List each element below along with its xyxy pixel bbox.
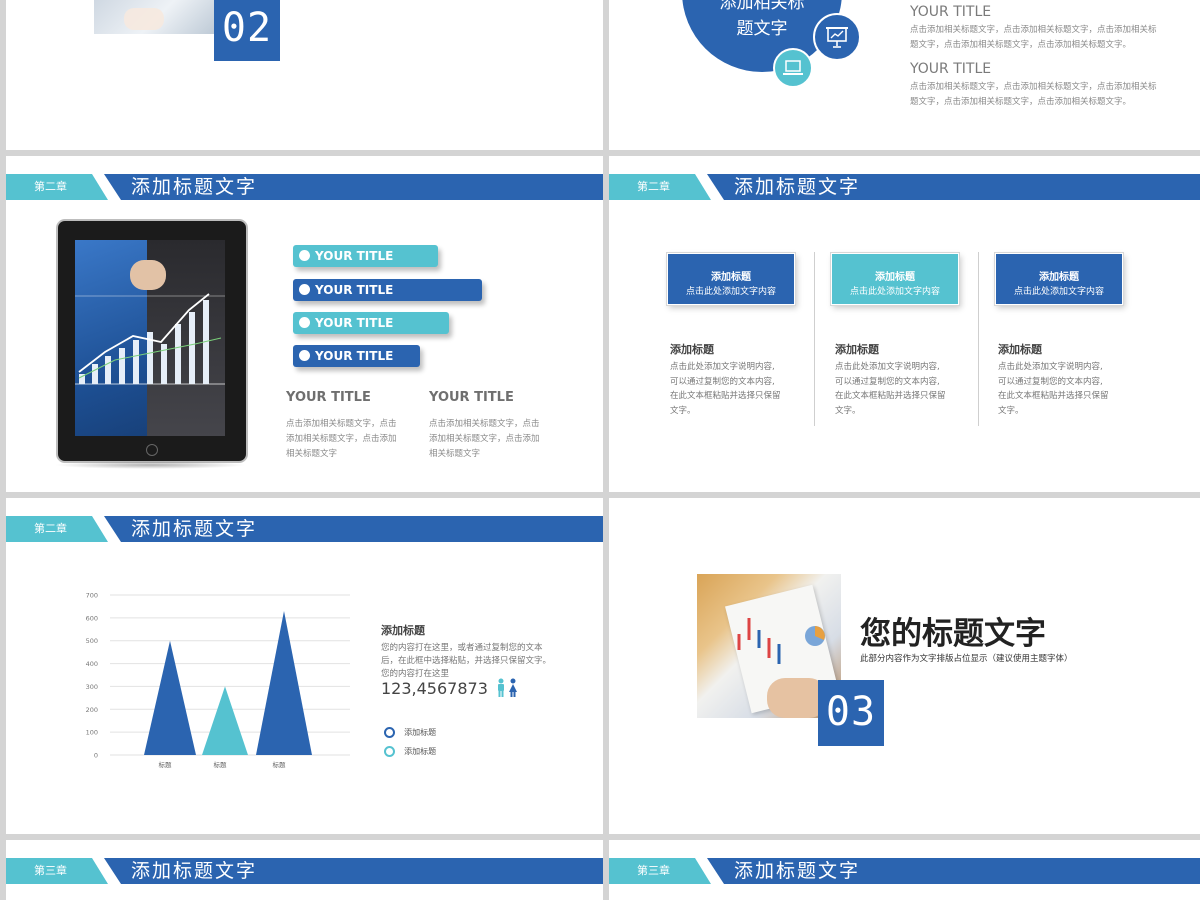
text-column-2: YOUR TITLE 点击添加相关标题文字，点击 添加相关标题文字，点击添加 相…: [429, 390, 559, 462]
pill-title-4[interactable]: YOUR TITLE: [293, 345, 420, 367]
slide-chapter3-right[interactable]: 第三章 添加标题文字: [609, 840, 1200, 900]
slide-chart[interactable]: 第二章 添加标题文字 0 100 200 300 400 500 600 700 标题 标题 标题 …: [6, 498, 603, 834]
chapter-label: 第二章: [34, 180, 67, 193]
y-tick-label: 700: [86, 592, 98, 600]
y-tick-label: 600: [86, 614, 98, 622]
slide-header: 第二章 添加标题文字: [609, 174, 1200, 200]
chapter-label: 第二章: [637, 180, 670, 193]
column-text: 点击此处添加文字说明内容, 可以通过复制您的文本内容, 在此文本框粘贴并选择只保…: [835, 362, 946, 416]
pill-dot: [299, 284, 310, 295]
section-subtitle: 此部分内容作为文字排版占位显示（建议使用主题字体）: [860, 654, 1073, 664]
y-tick-label: 100: [86, 729, 98, 737]
big-number: 123,4567873: [381, 679, 488, 698]
y-tick-label: 0: [94, 752, 98, 760]
y-tick-label: 500: [86, 637, 98, 645]
pill-title-1[interactable]: YOUR TITLE: [293, 245, 438, 267]
column-box-2[interactable]: 添加标题 点击此处添加文字内容: [831, 253, 959, 305]
x-category-label: 标题: [214, 760, 228, 769]
laptop-icon: [783, 60, 803, 75]
chart-side-text: 添加标题 您的内容打在这里，或者通过复制您的文本 后，在此框中选择粘贴，并选择只…: [381, 622, 581, 681]
section-number: 02: [221, 5, 273, 51]
slide-section-02[interactable]: 02: [6, 0, 603, 150]
circle-text: 添加相关标 题文字: [719, 0, 805, 39]
column-box-3[interactable]: 添加标题 点击此处添加文字内容: [995, 253, 1123, 305]
column-box-1[interactable]: 添加标题 点击此处添加文字内容: [667, 253, 795, 305]
triangle-bar: [256, 611, 312, 755]
triangle-bar: [202, 686, 248, 755]
column-title: YOUR TITLE: [429, 390, 514, 405]
slide-section-03[interactable]: 03 您的标题文字 此部分内容作为文字排版占位显示（建议使用主题字体）: [609, 498, 1200, 834]
column-text: 点击此处添加文字说明内容, 可以通过复制您的文本内容, 在此文本框粘贴并选择只保…: [998, 362, 1109, 416]
item-title: YOUR TITLE: [910, 61, 992, 77]
y-tick-label: 400: [86, 660, 98, 668]
pill-dot: [299, 317, 310, 328]
tablet-shadow: [54, 461, 246, 469]
item-title: YOUR TITLE: [910, 4, 992, 20]
legend-ring-icon: [384, 727, 395, 738]
slide-header: 第二章 添加标题文字: [6, 174, 603, 200]
text-column-1: YOUR TITLE 点击添加相关标题文字，点击 添加相关标题文字，点击添加 相…: [286, 390, 416, 462]
tablet-screen: [75, 240, 225, 436]
presentation-board-icon: [826, 27, 848, 48]
title-block-1: YOUR TITLE 点击添加相关标题文字，点击添加相关标题文字，点击添加相关标…: [910, 4, 1170, 53]
header-banner: [6, 174, 603, 200]
header-banner: [6, 858, 603, 884]
column-heading: 添加标题: [998, 343, 1042, 356]
triangle-bar-chart: 0 100 200 300 400 500 600 700 标题 标题 标题: [6, 498, 366, 834]
legend-ring-icon: [384, 746, 395, 757]
laptop-icon-circle: [773, 48, 813, 88]
legend-item: 添加标题: [384, 722, 436, 741]
chapter-label: 第三章: [637, 864, 670, 877]
slide-three-boxes[interactable]: 第二章 添加标题文字 添加标题 点击此处添加文字内容 添加标题 点击此处添加文字…: [609, 156, 1200, 492]
pill-title-3[interactable]: YOUR TITLE: [293, 312, 449, 334]
title-block-2: YOUR TITLE 点击添加相关标题文字，点击添加相关标题文字，点击添加相关标…: [910, 61, 1170, 110]
slide-circle-titles[interactable]: 添加相关标 题文字 YOUR TITLE 点击添加相关标题文字，点击添加相关标题…: [609, 0, 1200, 150]
column-text: 点击此处添加文字说明内容, 可以通过复制您的文本内容, 在此文本框粘贴并选择只保…: [670, 362, 781, 416]
column-divider: [978, 252, 979, 426]
header-banner: [609, 858, 1200, 884]
column-title: YOUR TITLE: [286, 390, 371, 405]
triangle-bar: [144, 640, 196, 755]
column-divider: [814, 252, 815, 426]
chapter-label: 第三章: [34, 864, 67, 877]
pill-dot: [299, 250, 310, 261]
slide-header: 第三章 添加标题文字: [6, 858, 603, 884]
photo-thumbnail: [94, 0, 222, 34]
female-icon: [509, 678, 517, 697]
column-heading: 添加标题: [835, 343, 879, 356]
slide-chapter3-left[interactable]: 第三章 添加标题文字: [6, 840, 603, 900]
chart-svg: 0 100 200 300 400 500 600 700 标题 标题 标题: [86, 592, 350, 769]
x-category-label: 标题: [273, 760, 287, 769]
tablet-image: [56, 219, 248, 463]
section-number-box: 03: [818, 680, 884, 746]
pill-dot: [299, 350, 310, 361]
column-heading: 添加标题: [670, 343, 714, 356]
legend-item: 添加标题: [384, 741, 436, 760]
header-banner: [609, 174, 1200, 200]
slide-title: 添加标题文字: [734, 860, 861, 882]
slide-title: 添加标题文字: [131, 860, 258, 882]
presentation-icon-circle: [813, 13, 861, 61]
y-tick-label: 200: [86, 706, 98, 714]
x-category-label: 标题: [159, 760, 173, 769]
section-title: 您的标题文字: [860, 616, 1046, 652]
slide-title: 添加标题文字: [131, 176, 258, 198]
side-title: 添加标题: [381, 624, 425, 637]
male-icon: [498, 678, 504, 697]
section-number-box: 02: [214, 0, 280, 61]
slide-title: 添加标题文字: [734, 176, 861, 198]
section-number: 03: [825, 689, 877, 735]
pill-title-2[interactable]: YOUR TITLE: [293, 279, 482, 301]
y-tick-label: 300: [86, 683, 98, 691]
slide-header: 第三章 添加标题文字: [609, 858, 1200, 884]
slide-tablet[interactable]: 第二章 添加标题文字 YOUR TITLE YOUR TITLE YOUR TI…: [6, 156, 603, 492]
tablet-home-button: [146, 444, 158, 456]
